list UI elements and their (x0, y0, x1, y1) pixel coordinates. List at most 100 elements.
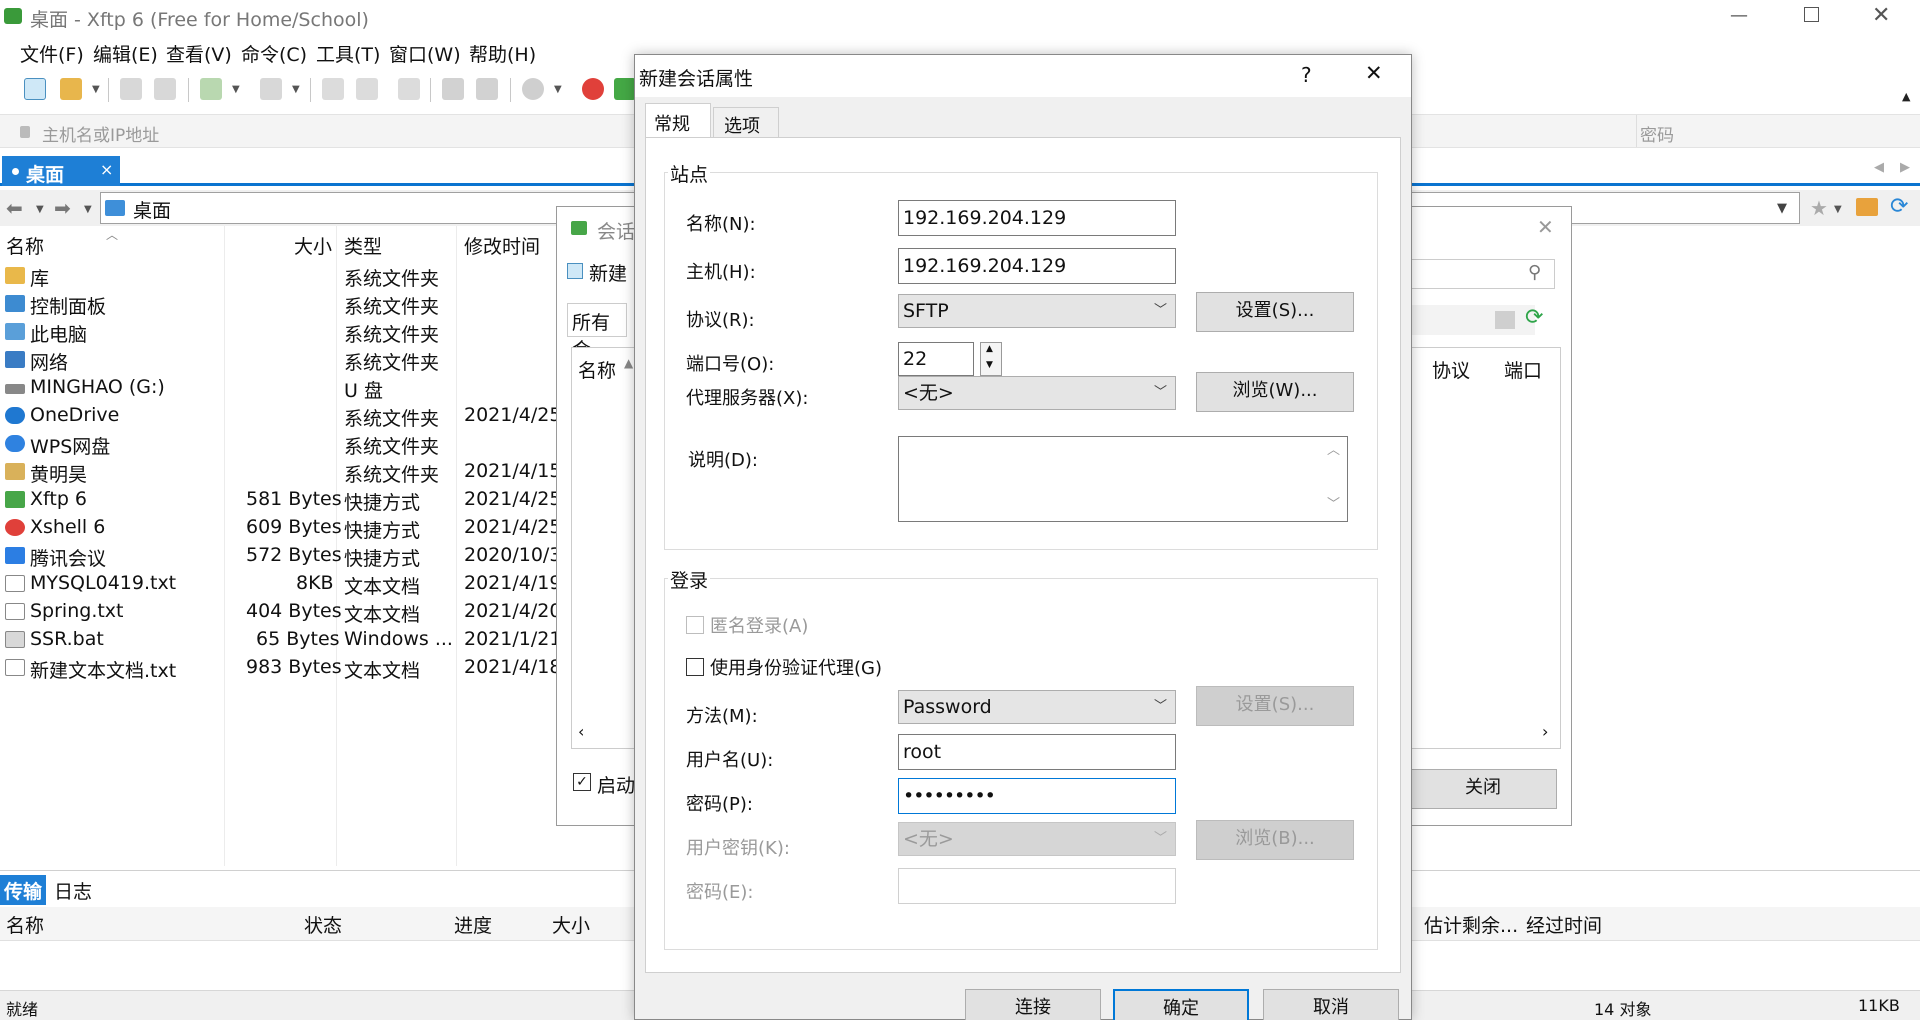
host-input[interactable]: 192.169.204.129 (898, 248, 1176, 284)
menu-view[interactable]: 查看(V) (166, 40, 232, 67)
xshell-icon[interactable] (582, 78, 604, 100)
paste-icon[interactable] (476, 78, 498, 100)
tab-transfer[interactable]: 传输 (0, 875, 46, 905)
connect-button[interactable]: 连接 (965, 989, 1101, 1020)
port-input[interactable]: 22 (898, 342, 974, 376)
column-header-remaining[interactable]: 估计剩余... (1424, 911, 1518, 938)
tab-scroll-left-icon[interactable]: ◀ (1874, 160, 1884, 175)
list-item[interactable]: MYSQL0419.txt 8KB 文本文档 2021/4/19 (0, 570, 565, 598)
session-settings-icon[interactable] (200, 78, 222, 100)
menu-command[interactable]: 命令(C) (241, 40, 307, 67)
protocol-select[interactable]: SFTP ﹀ (898, 294, 1176, 328)
column-header-progress[interactable]: 进度 (454, 911, 492, 938)
username-input[interactable]: root (898, 734, 1176, 770)
ok-button[interactable]: 确定 (1113, 989, 1249, 1020)
dialog-close-icon[interactable]: ✕ (1365, 61, 1383, 85)
globe-icon[interactable] (522, 78, 544, 100)
refresh-icon[interactable]: ⟳ (1890, 194, 1908, 219)
column-header-name[interactable]: 名称 (578, 356, 616, 383)
list-item[interactable]: 黄明昊 系统文件夹 2021/4/15 (0, 458, 565, 486)
menu-tools[interactable]: 工具(T) (316, 40, 380, 67)
column-header-modified[interactable]: 修改时间 (464, 232, 540, 259)
user-key-select[interactable]: <无> ﹀ (898, 822, 1176, 856)
properties-icon[interactable] (356, 78, 378, 100)
session-new-button[interactable]: 新建 (567, 257, 627, 287)
list-item[interactable]: 网络 系统文件夹 (0, 346, 565, 374)
column-header-type[interactable]: 类型 (344, 232, 382, 259)
stepper-down-icon[interactable]: ▼ (986, 360, 993, 370)
forward-icon[interactable]: ➡ (54, 196, 71, 220)
list-item[interactable]: OneDrive 系统文件夹 2021/4/25 (0, 402, 565, 430)
column-header-port[interactable]: 端口 (1504, 356, 1542, 383)
cancel-button[interactable]: 取消 (1263, 989, 1399, 1020)
user-key-browse-button[interactable]: 浏览(B)... (1196, 820, 1354, 860)
list-item[interactable]: 库系统文件夹 (0, 262, 565, 290)
password-input[interactable]: ••••••••• (898, 778, 1176, 814)
host-input[interactable]: 主机名或IP地址 (42, 121, 159, 146)
list-item[interactable]: Spring.txt 404 Bytes 文本文档 2021/4/20 (0, 598, 565, 626)
sync-icon[interactable] (398, 78, 420, 100)
list-item[interactable]: Xftp 6 581 Bytes 快捷方式 2021/4/25 (0, 486, 565, 514)
minimize-icon[interactable]: — (1730, 5, 1748, 26)
session-close-button[interactable]: 关闭 (1409, 769, 1557, 809)
chevron-down-icon[interactable]: ▼ (232, 84, 240, 95)
connect-icon[interactable] (120, 78, 142, 100)
scroll-right-icon[interactable]: › (1542, 722, 1548, 741)
back-icon[interactable]: ⬅ (6, 196, 23, 220)
xftp-icon[interactable] (614, 78, 636, 100)
tab-close-icon[interactable]: × (100, 160, 113, 179)
stepper-up-icon[interactable]: ▲ (986, 344, 993, 354)
session-search-field[interactable]: ⚲ (1405, 259, 1555, 289)
tab-log[interactable]: 日志 (54, 877, 92, 904)
startup-checkbox[interactable]: ✓ (573, 773, 591, 791)
copy-icon[interactable] (442, 78, 464, 100)
chevron-down-icon[interactable]: ▼ (84, 204, 92, 215)
menu-window[interactable]: 窗口(W) (389, 40, 461, 67)
chevron-down-icon[interactable]: ▼ (92, 84, 100, 95)
column-header-elapsed[interactable]: 经过时间 (1526, 911, 1602, 938)
password-input[interactable]: 密码 (1640, 121, 1674, 146)
menu-help[interactable]: 帮助(H) (469, 40, 536, 67)
method-settings-button[interactable]: 设置(S)... (1196, 686, 1354, 726)
column-header-protocol[interactable]: 协议 (1432, 356, 1470, 383)
tab-options[interactable]: 选项 (713, 107, 779, 139)
protocol-settings-button[interactable]: 设置(S)... (1196, 292, 1354, 332)
name-input[interactable]: 192.169.204.129 (898, 200, 1176, 236)
tab-general[interactable]: 常规 (645, 103, 711, 139)
chevron-down-icon[interactable]: ▼ (1834, 204, 1842, 215)
tab-desktop[interactable]: 桌面 × (2, 156, 120, 186)
column-header-name[interactable]: 名称 (6, 232, 44, 259)
session-folder-select[interactable]: 所有会 (567, 303, 627, 361)
new-file-icon[interactable] (322, 78, 344, 100)
scroll-left-icon[interactable]: ‹ (578, 722, 584, 741)
bookmark-icon[interactable]: ★ (1810, 196, 1828, 220)
list-item[interactable]: MINGHAO (G:) U 盘 (0, 374, 565, 402)
menu-edit[interactable]: 编辑(E) (93, 40, 158, 67)
menu-file[interactable]: 文件(F) (20, 40, 84, 67)
column-header-status[interactable]: 状态 (304, 911, 342, 938)
proxy-select[interactable]: <无> ﹀ (898, 376, 1176, 410)
column-header-size[interactable]: 大小 (294, 232, 332, 259)
chevron-down-icon[interactable]: ▼ (36, 204, 44, 215)
column-header-size[interactable]: 大小 (552, 911, 590, 938)
open-folder-icon[interactable] (60, 78, 82, 100)
column-header-name[interactable]: 名称 (6, 911, 44, 938)
list-item[interactable]: Xshell 6 609 Bytes 快捷方式 2021/4/25 (0, 514, 565, 542)
passphrase-input[interactable] (898, 868, 1176, 904)
transfer-icon[interactable] (260, 78, 282, 100)
list-item[interactable]: SSR.bat 65 Bytes Windows ... 2021/1/21 (0, 626, 565, 654)
refresh-icon[interactable]: ⟳ (1525, 305, 1543, 330)
help-icon[interactable]: ? (1301, 63, 1312, 87)
list-item[interactable]: 控制面板 系统文件夹 (0, 290, 565, 318)
anonymous-checkbox[interactable] (686, 616, 704, 634)
scroll-up-icon[interactable]: ︿ (1327, 439, 1340, 458)
toolbar-overflow-icon[interactable]: ▲ (1902, 90, 1910, 103)
home-icon[interactable] (1856, 198, 1878, 216)
description-textarea[interactable]: ︿ ﹀ (898, 436, 1348, 522)
close-window-icon[interactable]: ✕ (1872, 3, 1890, 28)
list-item[interactable]: 腾讯会议 572 Bytes 快捷方式 2020/10/3 (0, 542, 565, 570)
list-item[interactable]: 新建文本文档.txt 983 Bytes 文本文档 2021/4/18 (0, 654, 565, 682)
restore-icon[interactable] (1804, 7, 1819, 22)
tab-scroll-right-icon[interactable]: ▶ (1900, 160, 1910, 175)
disconnect-icon[interactable] (154, 78, 176, 100)
